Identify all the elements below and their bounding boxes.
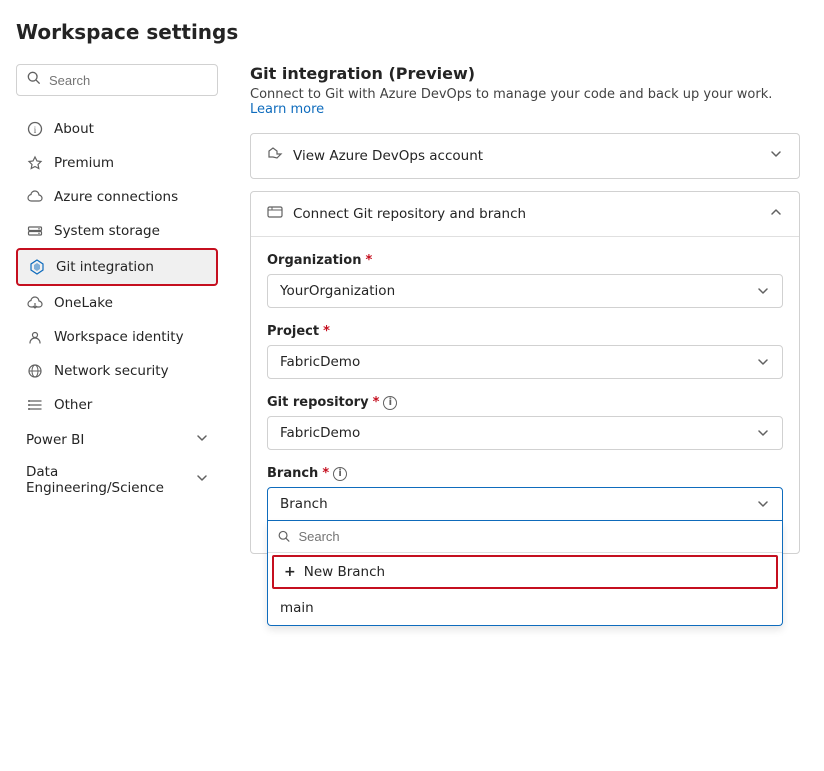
- sidebar-item-git-integration[interactable]: Git integration: [16, 248, 218, 286]
- organization-label: Organization *: [267, 253, 783, 268]
- branch-value: Branch: [280, 496, 328, 512]
- branch-info-icon[interactable]: i: [333, 467, 347, 481]
- project-required: *: [323, 324, 330, 339]
- azure-devops-icon: [267, 146, 283, 166]
- azure-connections-label: Azure connections: [54, 189, 178, 205]
- sidebar-item-onelake[interactable]: OneLake: [16, 286, 218, 320]
- workspace-identity-label: Workspace identity: [54, 329, 184, 345]
- other-icon: [26, 396, 44, 414]
- branch-select[interactable]: Branch: [267, 487, 783, 521]
- project-label: Project *: [267, 324, 783, 339]
- data-engineering-chevron-icon: [196, 472, 208, 488]
- network-security-icon: [26, 362, 44, 380]
- azure-connections-icon: [26, 188, 44, 206]
- branch-dropdown-menu: + New Branch main: [267, 521, 783, 626]
- connect-git-icon: [267, 204, 283, 224]
- git-integration-label: Git integration: [56, 259, 154, 275]
- page-title: Workspace settings: [16, 20, 800, 44]
- search-input[interactable]: [49, 73, 207, 88]
- git-repository-select[interactable]: FabricDemo: [267, 416, 783, 450]
- project-chevron-icon: [756, 355, 770, 369]
- git-repository-field: Git repository * i FabricDemo: [267, 395, 783, 450]
- branch-dropdown-wrapper: Branch: [267, 487, 783, 521]
- project-select[interactable]: FabricDemo: [267, 345, 783, 379]
- dropdown-search-icon: [278, 530, 290, 543]
- git-repository-label: Git repository * i: [267, 395, 783, 410]
- branch-dropdown-search[interactable]: [268, 521, 782, 553]
- git-integration-icon: [28, 258, 46, 276]
- premium-label: Premium: [54, 155, 114, 171]
- branch-chevron-icon: [756, 497, 770, 511]
- git-repository-info-icon[interactable]: i: [383, 396, 397, 410]
- content-area: i About Premium Azur: [16, 64, 800, 751]
- project-value: FabricDemo: [280, 354, 360, 370]
- view-azure-label: View Azure DevOps account: [293, 148, 483, 164]
- main-content: Git integration (Preview) Connect to Git…: [226, 64, 800, 751]
- about-icon: i: [26, 120, 44, 138]
- connect-git-label: Connect Git repository and branch: [293, 206, 526, 222]
- sidebar-item-azure-connections[interactable]: Azure connections: [16, 180, 218, 214]
- project-field: Project * FabricDemo: [267, 324, 783, 379]
- onelake-label: OneLake: [54, 295, 113, 311]
- sidebar-item-about[interactable]: i About: [16, 112, 218, 146]
- organization-field: Organization * YourOrganization: [267, 253, 783, 308]
- sidebar-item-premium[interactable]: Premium: [16, 146, 218, 180]
- sidebar-item-workspace-identity[interactable]: Workspace identity: [16, 320, 218, 354]
- main-branch-option[interactable]: main: [268, 591, 782, 625]
- git-section-title: Git integration (Preview): [250, 64, 800, 83]
- branch-required: *: [322, 466, 329, 481]
- power-bi-chevron-icon: [196, 432, 208, 448]
- sidebar-item-system-storage[interactable]: System storage: [16, 214, 218, 248]
- page-wrapper: Workspace settings i: [0, 0, 824, 771]
- sidebar: i About Premium Azur: [16, 64, 226, 751]
- section-power-bi[interactable]: Power BI: [16, 422, 218, 454]
- plus-icon: +: [284, 564, 296, 580]
- new-branch-label: New Branch: [304, 564, 385, 580]
- git-repository-value: FabricDemo: [280, 425, 360, 441]
- workspace-identity-icon: [26, 328, 44, 346]
- new-branch-option[interactable]: + New Branch: [272, 555, 778, 589]
- main-branch-label: main: [280, 600, 314, 616]
- organization-select[interactable]: YourOrganization: [267, 274, 783, 308]
- power-bi-label: Power BI: [26, 432, 84, 448]
- other-label: Other: [54, 397, 92, 413]
- organization-value: YourOrganization: [280, 283, 395, 299]
- git-repository-required: *: [373, 395, 380, 410]
- connect-git-chevron-icon: [769, 205, 783, 223]
- data-engineering-label: Data Engineering/Science: [26, 464, 196, 496]
- connect-git-body: Organization * YourOrganization: [251, 236, 799, 553]
- svg-text:i: i: [34, 125, 37, 135]
- branch-label: Branch * i: [267, 466, 783, 481]
- view-azure-chevron-icon: [769, 147, 783, 165]
- connect-git-header-left: Connect Git repository and branch: [267, 204, 526, 224]
- connect-git-accordion: Connect Git repository and branch Organi…: [250, 191, 800, 554]
- view-azure-header-left: View Azure DevOps account: [267, 146, 483, 166]
- organization-required: *: [365, 253, 372, 268]
- git-repository-chevron-icon: [756, 426, 770, 440]
- view-azure-accordion-header[interactable]: View Azure DevOps account: [251, 134, 799, 178]
- view-azure-accordion: View Azure DevOps account: [250, 133, 800, 179]
- system-storage-label: System storage: [54, 223, 160, 239]
- about-label: About: [54, 121, 94, 137]
- sidebar-item-other[interactable]: Other: [16, 388, 218, 422]
- system-storage-icon: [26, 222, 44, 240]
- branch-search-input[interactable]: [298, 529, 772, 544]
- premium-icon: [26, 154, 44, 172]
- git-section-desc: Connect to Git with Azure DevOps to mana…: [250, 87, 800, 117]
- sidebar-item-network-security[interactable]: Network security: [16, 354, 218, 388]
- search-box[interactable]: [16, 64, 218, 96]
- network-security-label: Network security: [54, 363, 169, 379]
- search-icon: [27, 71, 41, 89]
- section-data-engineering[interactable]: Data Engineering/Science: [16, 454, 218, 502]
- branch-field: Branch * i Branch: [267, 466, 783, 521]
- organization-chevron-icon: [756, 284, 770, 298]
- onelake-icon: [26, 294, 44, 312]
- learn-more-link[interactable]: Learn more: [250, 102, 324, 117]
- connect-git-accordion-header[interactable]: Connect Git repository and branch: [251, 192, 799, 236]
